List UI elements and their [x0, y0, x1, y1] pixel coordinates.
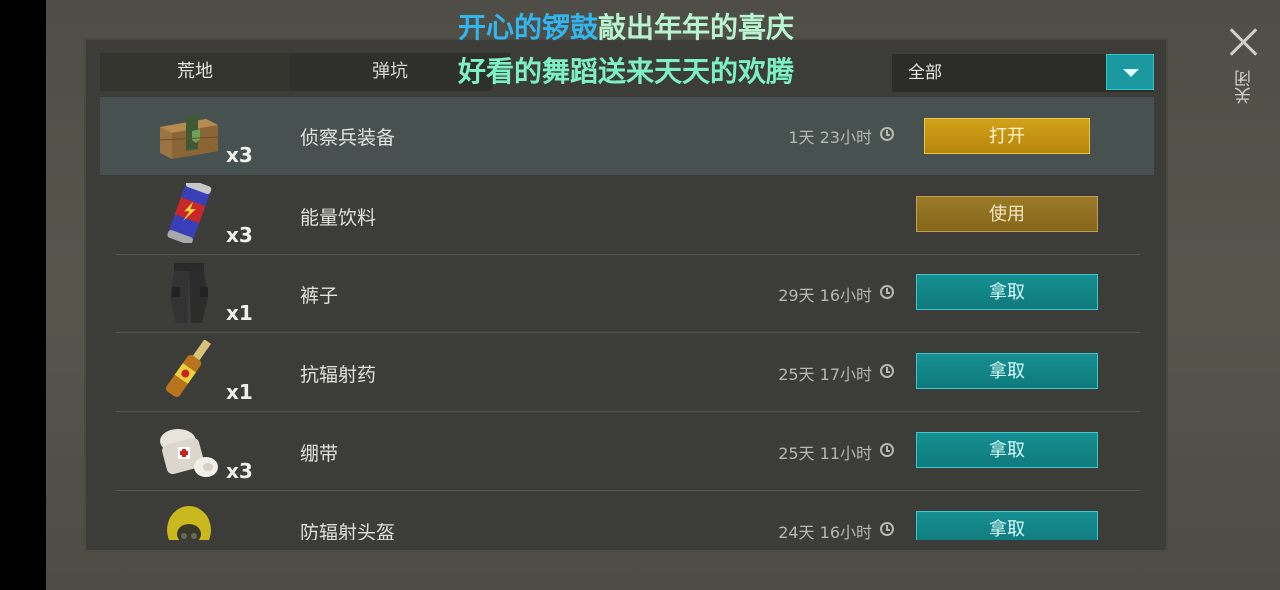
item-name: 侦察兵装备: [300, 127, 396, 149]
item-name: 防辐射头盔: [300, 522, 396, 540]
item-count: x3: [226, 143, 253, 167]
item-name: 抗辐射药: [300, 364, 377, 386]
take-button[interactable]: 拿取: [916, 274, 1098, 310]
clock-icon: [880, 285, 894, 299]
row-divider: [116, 411, 1140, 412]
close-icon[interactable]: [1228, 26, 1260, 58]
crate-icon: [159, 115, 219, 159]
filter-dropdown[interactable]: 全部: [892, 54, 1154, 92]
subtitle-line-1: 开心的锣鼓敲出年年的喜庆: [458, 6, 794, 46]
item-name: 绷带: [300, 443, 339, 465]
row-divider: [116, 332, 1140, 333]
clock-icon: [880, 127, 894, 141]
close-label[interactable]: 关闭: [1232, 70, 1255, 104]
subtitle-line-2: 好看的舞蹈送来天天的欢腾: [458, 55, 795, 88]
item-count: x1: [226, 380, 253, 404]
location-tabs: 荒地 弹坑: [100, 53, 512, 91]
list-item: x3 能量饮料 使用: [100, 177, 1154, 255]
list-item: x3 侦察兵装备 1天 23小时 打开: [100, 97, 1154, 175]
item-count: x1: [226, 301, 253, 325]
subtitle-line-1-highlight: 开心的锣鼓: [458, 11, 599, 44]
item-timer: 29天 16小时: [778, 286, 872, 305]
item-list[interactable]: x3 侦察兵装备 1天 23小时 打开 x3 能量饮料 使用 x1 裤子 29天…: [100, 97, 1154, 540]
list-item: x1 裤子 29天 16小时 拿取: [100, 255, 1154, 333]
use-button[interactable]: 使用: [916, 196, 1098, 232]
item-timer: 1天 23小时: [788, 128, 872, 147]
clock-icon: [880, 443, 894, 457]
clock-icon: [880, 522, 894, 536]
filter-selected-label: 全部: [908, 63, 942, 83]
inventory-panel: 荒地 弹坑 全部 x3 侦察兵装备 1天 23小时 打开 x3 能量饮料 使用 …: [84, 38, 1168, 552]
item-count: x3: [226, 223, 253, 247]
item-name: 能量饮料: [300, 207, 377, 229]
open-button[interactable]: 打开: [924, 118, 1090, 154]
take-button[interactable]: 拿取: [916, 511, 1098, 540]
chevron-down-icon[interactable]: [1106, 54, 1154, 90]
hazmat-helmet-icon: [167, 506, 211, 540]
item-timer: 25天 11小时: [778, 444, 872, 463]
energy-drink-icon: [167, 183, 212, 243]
ampoule-icon: [165, 340, 211, 398]
item-timer: 24天 16小时: [778, 523, 872, 540]
subtitle-line-1-rest: 敲出年年的喜庆: [598, 11, 795, 44]
item-count: x3: [226, 459, 253, 483]
list-item: x1 抗辐射药 25天 17小时 拿取: [100, 334, 1154, 412]
bandage-icon: [160, 429, 218, 477]
tab-wasteland[interactable]: 荒地: [100, 53, 314, 91]
list-item: x3 绷带 25天 11小时 拿取: [100, 413, 1154, 491]
list-item: 防辐射头盔 24天 16小时 拿取: [100, 492, 1154, 540]
take-button[interactable]: 拿取: [916, 432, 1098, 468]
item-name: 裤子: [300, 285, 339, 307]
row-divider: [116, 490, 1140, 491]
clock-icon: [880, 364, 894, 378]
take-button[interactable]: 拿取: [916, 353, 1098, 389]
item-timer: 25天 17小时: [778, 365, 872, 384]
pants-icon: [170, 263, 208, 323]
